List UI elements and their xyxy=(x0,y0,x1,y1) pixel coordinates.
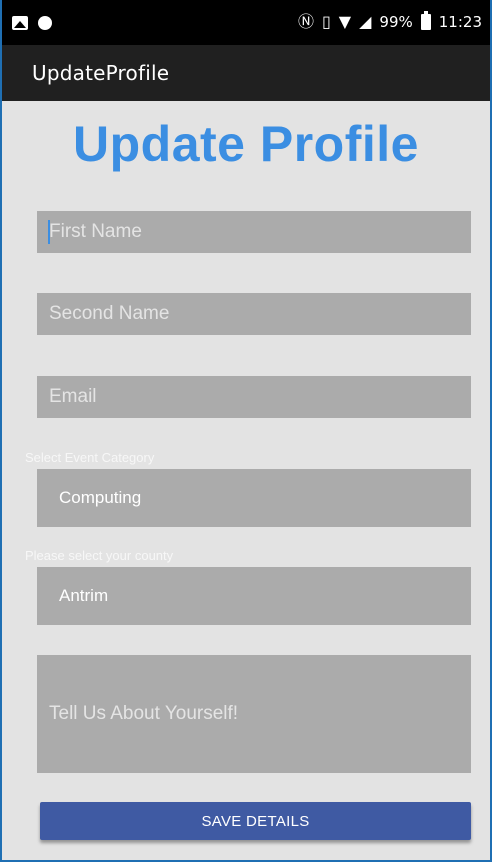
vibrate-icon: ▯ xyxy=(321,12,331,31)
category-selected-value: Computing xyxy=(59,488,142,507)
county-selected-value: Antrim xyxy=(59,586,109,605)
nfc-icon: Ⓝ xyxy=(297,12,314,31)
page-title: Update Profile xyxy=(73,116,419,172)
about-textarea[interactable] xyxy=(37,655,471,773)
email-input[interactable] xyxy=(37,376,471,418)
category-label: Select Event Category xyxy=(25,450,155,465)
second-name-input[interactable] xyxy=(37,293,471,335)
county-select[interactable]: Antrim xyxy=(37,567,471,625)
app-bar: UpdateProfile xyxy=(2,45,490,101)
status-left xyxy=(12,14,52,32)
battery-percent: 99% xyxy=(379,13,413,31)
app-bar-title: UpdateProfile xyxy=(32,61,170,85)
status-right: Ⓝ ▯ ▼ ◢ 99% 11:23 xyxy=(297,11,482,32)
save-details-button[interactable]: SAVE DETAILS xyxy=(40,802,471,840)
signal-icon: ◢ xyxy=(359,12,372,31)
county-label: Please select your county xyxy=(25,548,174,563)
clock: 11:23 xyxy=(438,13,482,31)
battery-icon xyxy=(420,11,431,30)
wifi-icon: ▼ xyxy=(338,12,352,31)
category-select[interactable]: Computing xyxy=(37,469,471,527)
text-cursor xyxy=(48,220,50,244)
record-icon xyxy=(38,16,52,30)
first-name-input[interactable] xyxy=(37,211,471,253)
image-icon xyxy=(12,16,28,30)
status-bar: Ⓝ ▯ ▼ ◢ 99% 11:23 xyxy=(2,0,490,45)
app-window: Ⓝ ▯ ▼ ◢ 99% 11:23 UpdateProfile Update P… xyxy=(2,0,490,860)
